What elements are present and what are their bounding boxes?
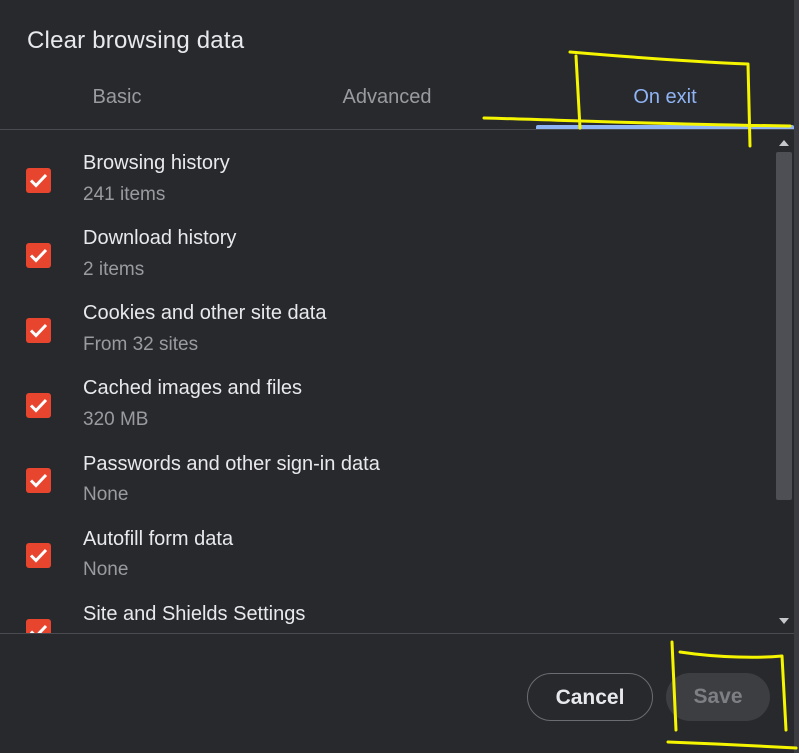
page: Clear browsing data Basic Advanced On ex… [0,0,799,753]
clear-browsing-data-dialog: Clear browsing data Basic Advanced On ex… [0,0,794,753]
list-item-autofill: Autofill form data None [0,526,770,601]
scroll-down-arrow-icon[interactable] [779,618,789,624]
item-sub: 2 items [83,259,145,280]
footer-divider [0,633,794,634]
list-item-site-shields-settings: Site and Shields Settings [0,601,770,633]
cancel-button[interactable]: Cancel [527,673,653,721]
checkmark-icon [29,473,48,488]
tab-advanced-label: Advanced [342,86,432,108]
item-label: Autofill form data [83,528,234,550]
item-sub: 241 items [83,184,166,205]
item-label: Cookies and other site data [83,302,327,324]
checkmark-icon [29,173,48,188]
item-label: Site and Shields Settings [83,603,306,625]
tab-basic[interactable]: Basic [7,84,227,128]
cached-images-checkbox[interactable] [26,393,51,418]
checkmark-icon [29,624,48,633]
scroll-up-arrow-icon[interactable] [779,140,789,146]
tab-on-exit[interactable]: On exit [555,84,775,128]
checkmark-icon [29,323,48,338]
list-item-download-history: Download history 2 items [0,225,770,300]
checkmark-icon [29,548,48,563]
item-label: Passwords and other sign-in data [83,453,380,475]
item-sub: From 32 sites [83,334,199,355]
data-type-list: Browsing history 241 items Download hist… [0,130,774,633]
list-item-cookies: Cookies and other site data From 32 site… [0,300,770,375]
checkmark-icon [29,398,48,413]
list-scrollbar[interactable] [774,134,794,632]
item-label: Browsing history [83,152,230,174]
list-item-cached-images: Cached images and files 320 MB [0,375,770,450]
scrollbar-thumb[interactable] [776,152,792,500]
list-item-passwords: Passwords and other sign-in data None [0,451,770,526]
background-window-edge [794,0,799,753]
checkmark-icon [29,248,48,263]
item-sub: None [83,559,129,580]
passwords-checkbox[interactable] [26,468,51,493]
tab-advanced[interactable]: Advanced [277,84,497,128]
autofill-checkbox[interactable] [26,543,51,568]
item-label: Cached images and files [83,377,303,399]
item-label: Download history [83,227,237,249]
item-sub: 320 MB [83,409,149,430]
site-shields-settings-checkbox[interactable] [26,619,51,633]
dialog-title: Clear browsing data [27,27,245,54]
download-history-checkbox[interactable] [26,243,51,268]
list-item-browsing-history: Browsing history 241 items [0,150,770,225]
item-sub: None [83,484,129,505]
save-button[interactable]: Save [666,673,770,721]
cookies-checkbox[interactable] [26,318,51,343]
tab-basic-label: Basic [92,86,142,108]
browsing-history-checkbox[interactable] [26,168,51,193]
tab-on-exit-label: On exit [633,86,697,108]
